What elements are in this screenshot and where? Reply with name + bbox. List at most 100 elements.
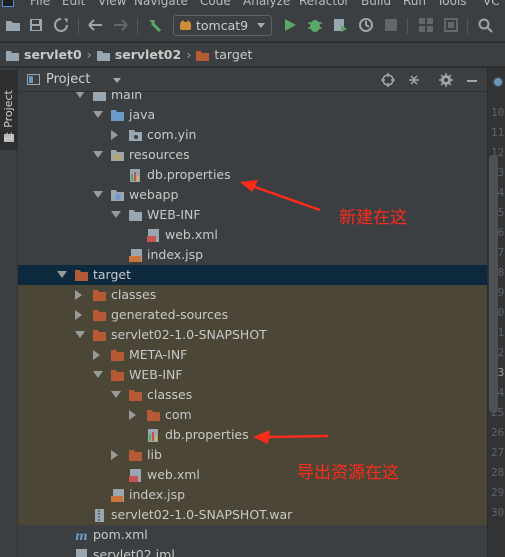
tree-row-index-jsp[interactable]: index.jsp: [18, 485, 487, 505]
menu-analyze[interactable]: Analyze: [243, 0, 290, 8]
locate-icon[interactable]: [380, 72, 396, 88]
menu-build[interactable]: Build: [361, 0, 391, 8]
tree-row-web-xml[interactable]: web.xml: [18, 465, 487, 485]
profile-icon[interactable]: [357, 16, 375, 34]
toolbar-separator: [78, 18, 79, 34]
menu-vcs[interactable]: VC: [483, 0, 500, 8]
tree-row-label: db.properties: [147, 167, 231, 182]
gear-icon[interactable]: [438, 72, 454, 88]
build-hammer-icon[interactable]: [145, 16, 163, 34]
sync-icon[interactable]: [52, 16, 70, 34]
tree-row-label: webapp: [129, 187, 179, 202]
tree-row-java[interactable]: java: [18, 105, 487, 125]
breadcrumb: servlet0 › servlet02 › target: [0, 43, 505, 67]
tree-row-target[interactable]: target: [18, 265, 487, 285]
tree-row-servlet02-1-0-snapshot-war[interactable]: servlet02-1.0-SNAPSHOT.war: [18, 505, 487, 525]
back-arrow-icon[interactable]: [86, 16, 104, 34]
tree-row-web-inf[interactable]: WEB-INF: [18, 365, 487, 385]
chevron-right-icon[interactable]: [129, 410, 136, 420]
war-file-icon: [93, 509, 106, 522]
tree-row-servlet02-1-0-snapshot[interactable]: servlet02-1.0-SNAPSHOT: [18, 325, 487, 345]
chevron-down-icon[interactable]: [111, 391, 121, 398]
tree-row-pom-xml[interactable]: m pom.xml: [18, 525, 487, 545]
chevron-down-icon[interactable]: [93, 111, 103, 118]
chevron-right-icon[interactable]: [111, 130, 118, 140]
search-icon[interactable]: [476, 16, 494, 34]
menu-run[interactable]: Run: [403, 0, 426, 8]
minimize-icon[interactable]: [464, 72, 480, 88]
breadcrumb-item-target[interactable]: target: [196, 47, 252, 62]
stop-icon[interactable]: [382, 16, 400, 34]
folder-orange-icon: [129, 449, 142, 461]
toolbar-separator: [407, 18, 408, 34]
tree-row-index-jsp[interactable]: index.jsp: [18, 245, 487, 265]
tree-row-label: servlet02-1.0-SNAPSHOT.war: [111, 507, 293, 522]
folder-icon: [129, 209, 142, 221]
folder-icon: [93, 92, 106, 101]
tree-row-web-xml[interactable]: web.xml: [18, 225, 487, 245]
breadcrumb-item-servlet02[interactable]: servlet02 ›: [96, 47, 197, 62]
chevron-right-icon[interactable]: [93, 350, 100, 360]
project-panel-header: Project: [18, 68, 487, 92]
tree-row-classes[interactable]: classes: [18, 285, 487, 305]
chevron-down-icon[interactable]: [113, 78, 121, 83]
tree-row-lib[interactable]: lib: [18, 445, 487, 465]
line-number: 29: [491, 486, 505, 499]
app-icon: [2, 0, 14, 7]
tree-row-classes[interactable]: classes: [18, 385, 487, 405]
chevron-down-icon[interactable]: [93, 371, 103, 378]
menu-refactor[interactable]: Refactor: [299, 0, 349, 8]
chevron-down-icon: [257, 23, 265, 28]
chevron-right-icon[interactable]: [75, 290, 82, 300]
coverage-icon[interactable]: [331, 16, 349, 34]
menu-view[interactable]: View: [98, 0, 126, 8]
iml-file-icon: [75, 549, 88, 557]
tree-row-generated-sources[interactable]: generated-sources: [18, 305, 487, 325]
chevron-down-icon[interactable]: [93, 191, 103, 198]
tree-row-resources[interactable]: resources: [18, 145, 487, 165]
menu-edit[interactable]: Edit: [62, 0, 85, 8]
debug-icon[interactable]: [306, 16, 324, 34]
folder-icon: [96, 49, 110, 61]
resources-folder-icon: [111, 149, 124, 161]
annotation-new-here: 新建在这: [339, 208, 407, 228]
menu-bar: File Edit View Navigate Code Analyze Ref…: [0, 0, 505, 8]
menu-tools[interactable]: Tools: [437, 0, 467, 8]
chevron-down-icon[interactable]: [75, 331, 85, 338]
tree-row-main[interactable]: main: [18, 92, 487, 105]
folder-orange-icon: [93, 289, 106, 301]
chevron-right-icon[interactable]: [75, 310, 82, 320]
tree-row-label: db.properties: [165, 427, 249, 442]
tree-row-com[interactable]: com: [18, 405, 487, 425]
jsp-file-icon: [129, 249, 142, 262]
tree-row-meta-inf[interactable]: META-INF: [18, 345, 487, 365]
jsp-file-icon: [111, 489, 124, 502]
editor-tab-icon[interactable]: [492, 76, 504, 88]
main-toolbar: tomcat9: [0, 8, 505, 42]
forward-arrow-icon[interactable]: [112, 16, 130, 34]
chevron-down-icon[interactable]: [75, 92, 85, 98]
project-view-icon: [27, 74, 40, 85]
tree-row-com-yin[interactable]: com.yin: [18, 125, 487, 145]
properties-file-icon: [129, 169, 142, 182]
project-structure-icon[interactable]: [417, 16, 435, 34]
menu-code[interactable]: Code: [200, 0, 231, 8]
project-panel-title[interactable]: Project: [46, 72, 90, 87]
run-configuration-dropdown[interactable]: tomcat9: [173, 15, 272, 36]
run-icon[interactable]: [281, 16, 299, 34]
collapse-icon[interactable]: [406, 72, 422, 88]
chevron-down-icon[interactable]: [93, 151, 103, 158]
sdk-icon[interactable]: [442, 16, 460, 34]
project-tool-tab[interactable]: 1: Project: [0, 70, 18, 150]
chevron-down-icon[interactable]: [57, 271, 67, 278]
breadcrumb-item-servlet0[interactable]: servlet0 ›: [6, 47, 97, 62]
chevron-down-icon[interactable]: [111, 211, 121, 218]
save-icon[interactable]: [27, 16, 45, 34]
chevron-right-icon[interactable]: [111, 450, 118, 460]
open-folder-icon[interactable]: [4, 16, 22, 34]
menu-navigate[interactable]: Navigate: [134, 0, 188, 8]
tree-row-label: com.yin: [147, 127, 197, 142]
tree-row-servlet02-iml[interactable]: servlet02.iml: [18, 545, 487, 557]
menu-file[interactable]: File: [30, 0, 50, 8]
editor-scrollbar[interactable]: [489, 155, 498, 413]
